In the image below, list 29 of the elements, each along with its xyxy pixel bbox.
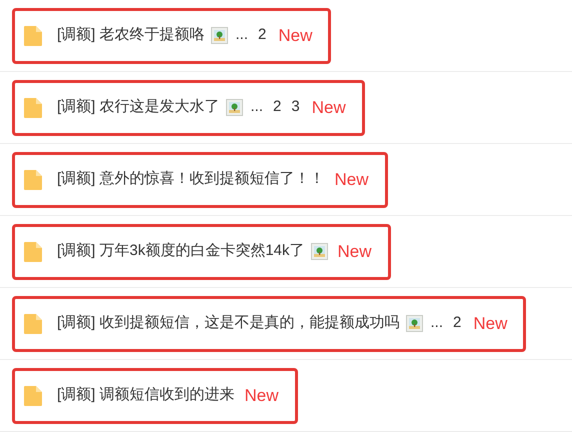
- document-icon: [23, 384, 43, 406]
- document-icon: [23, 240, 43, 262]
- new-label: New: [473, 312, 508, 335]
- page-link[interactable]: 2: [271, 96, 284, 119]
- document-icon: [23, 24, 43, 46]
- new-label: New: [278, 24, 312, 47]
- thread-title-link[interactable]: [调额] 意外的惊喜！收到提额短信了！！: [57, 168, 325, 191]
- thread-title-link[interactable]: [调额] 调额短信收到的进来: [57, 384, 235, 407]
- thread-title-link[interactable]: [调额] 老农终于提额咯: [57, 24, 205, 47]
- page-link[interactable]: 2: [256, 24, 268, 47]
- image-icon: [226, 99, 243, 116]
- page-link[interactable]: 2: [451, 312, 464, 335]
- document-icon: [23, 96, 43, 118]
- page-link[interactable]: ...: [248, 96, 266, 119]
- new-label: New: [334, 168, 369, 191]
- thread-title-link[interactable]: [调额] 收到提额短信，这是不是真的，能提额成功吗: [57, 312, 400, 335]
- new-label: New: [244, 384, 279, 407]
- document-icon: [23, 168, 43, 190]
- document-icon: [23, 312, 43, 334]
- page-link[interactable]: 3: [289, 96, 302, 119]
- page-link[interactable]: ...: [428, 312, 446, 335]
- image-icon: [210, 27, 228, 44]
- new-label: New: [338, 240, 372, 263]
- image-icon: [406, 315, 423, 332]
- thread-title-link[interactable]: [调额] 万年3k额度的白金卡突然14k了: [57, 240, 305, 263]
- thread-title-link[interactable]: [调额] 农行这是发大水了: [57, 96, 220, 119]
- page-link[interactable]: ...: [234, 24, 250, 47]
- new-label: New: [312, 96, 346, 119]
- image-icon: [310, 243, 328, 260]
